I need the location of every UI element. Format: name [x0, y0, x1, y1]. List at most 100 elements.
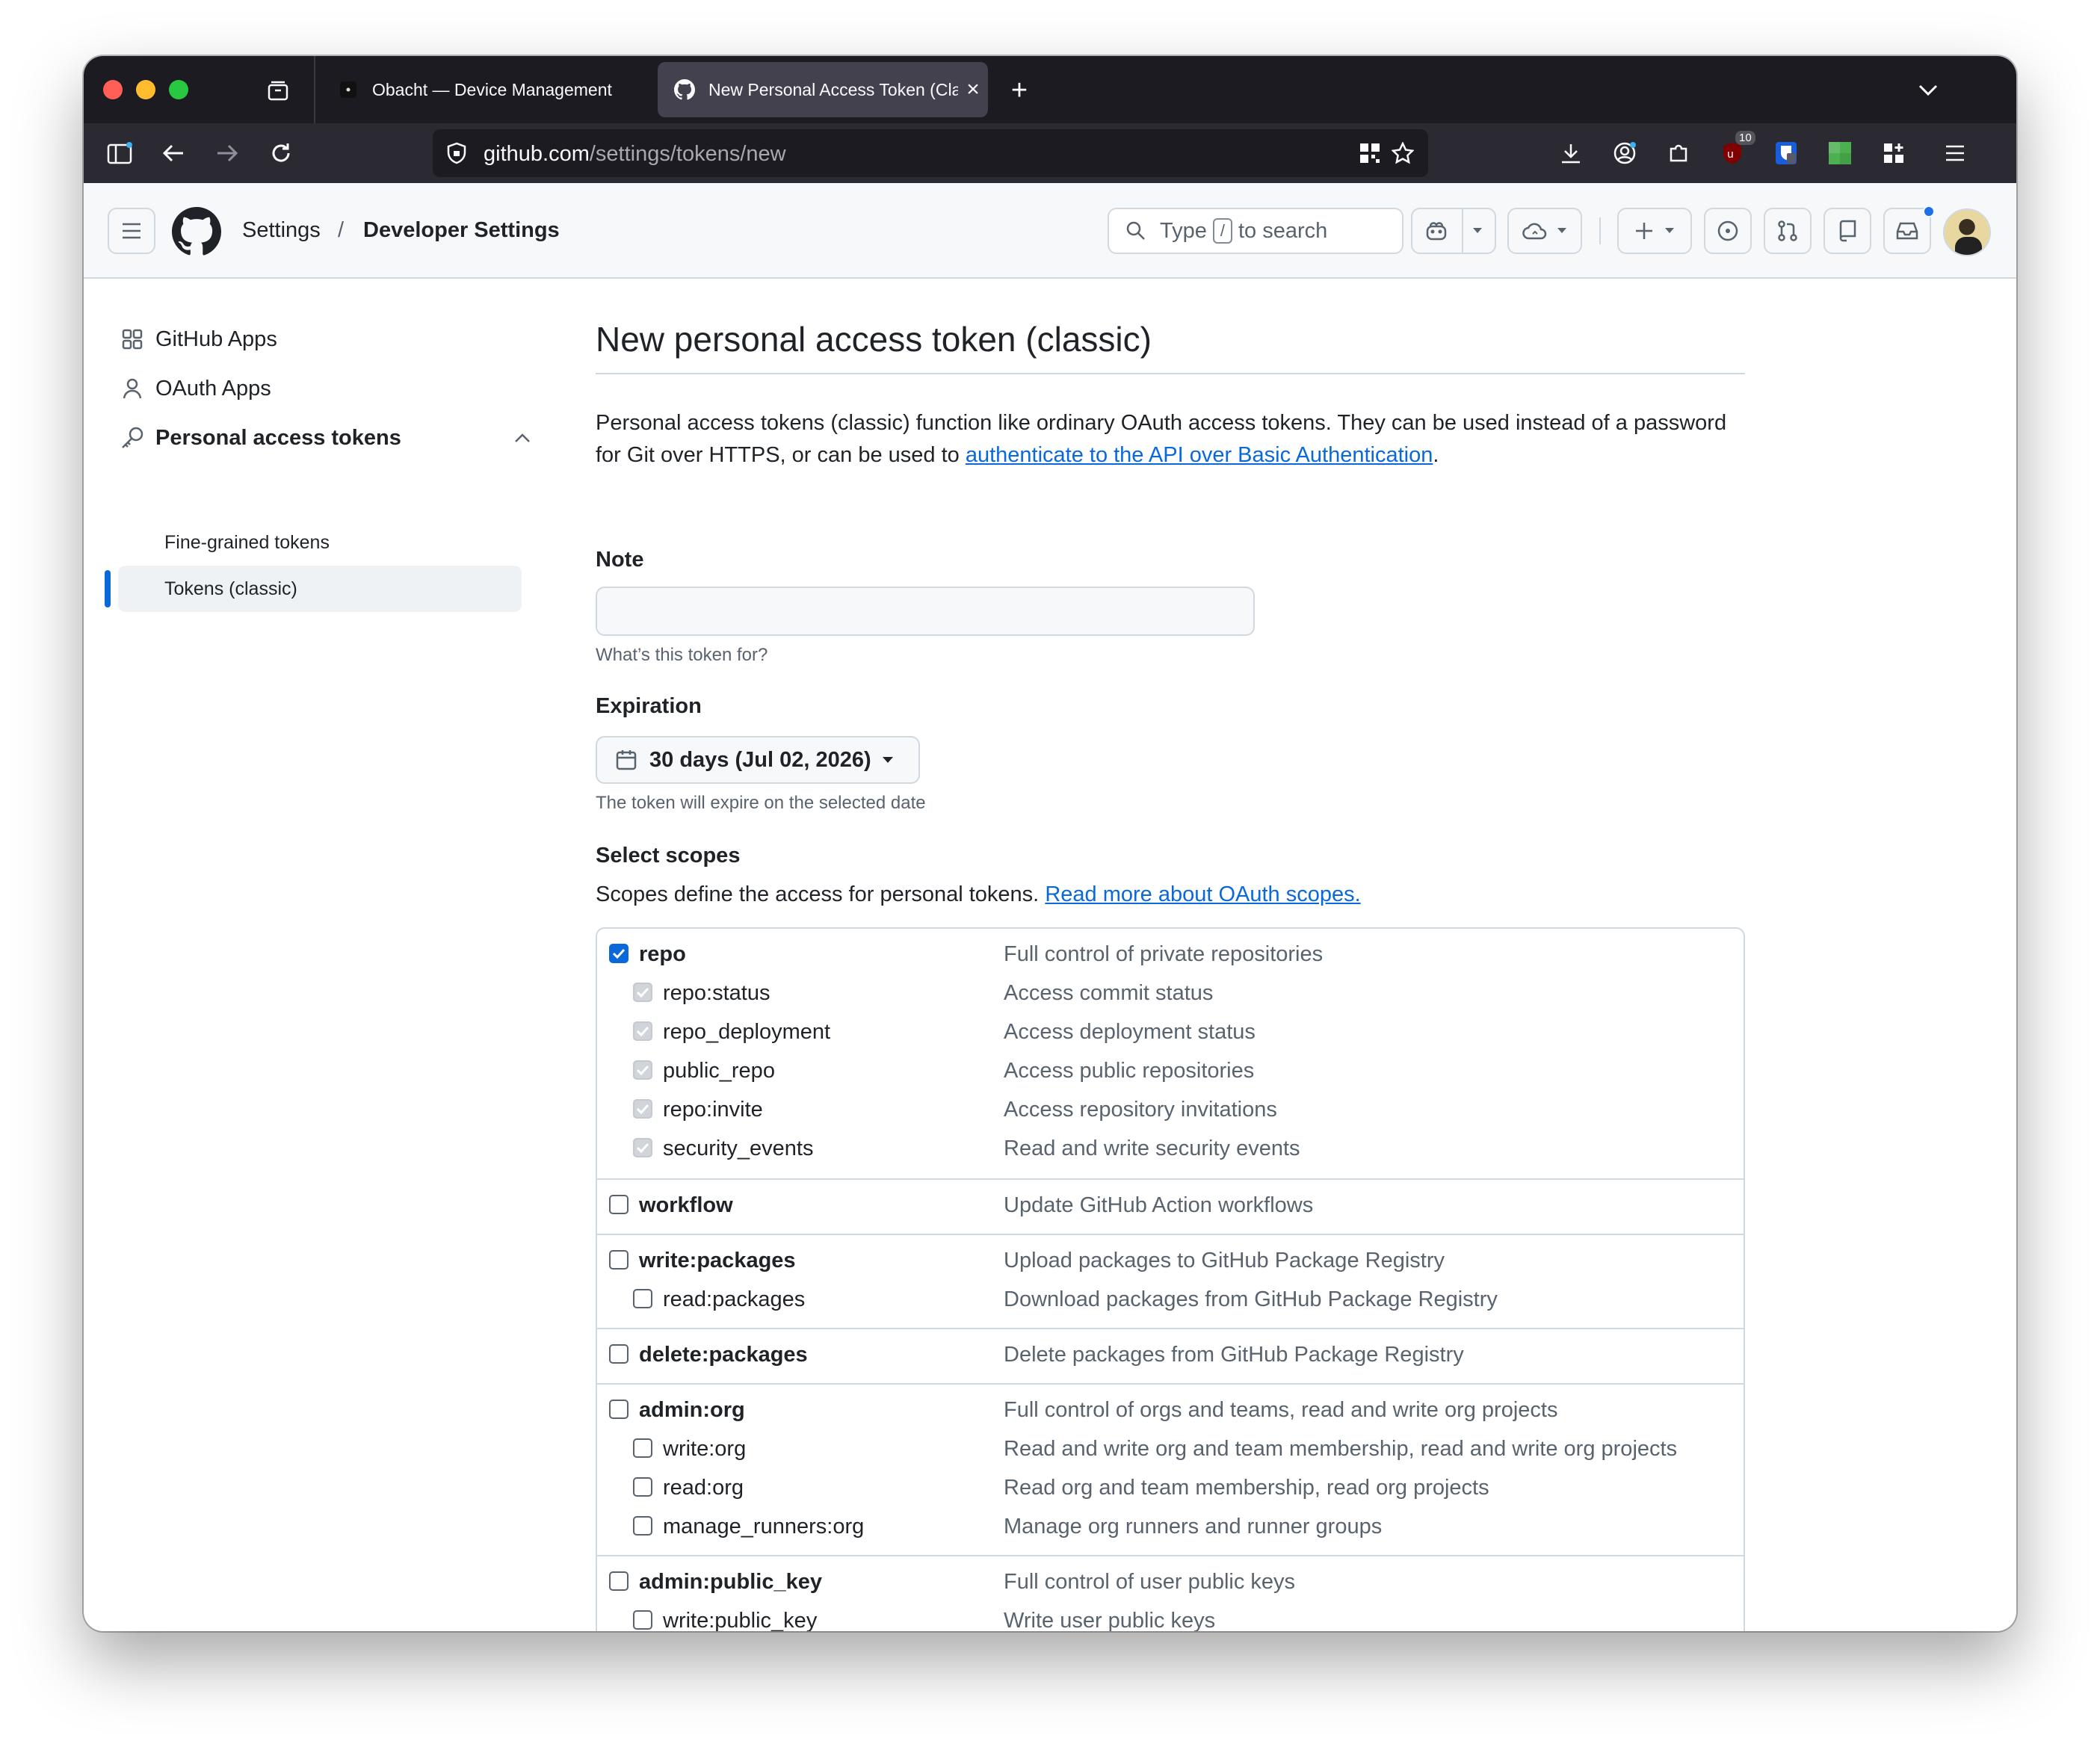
- chevron-down-icon: [1473, 228, 1482, 233]
- window-maximize-button[interactable]: [169, 80, 188, 99]
- scope-name[interactable]: workflow: [639, 1193, 733, 1218]
- back-arrow-icon[interactable]: [158, 138, 188, 168]
- basic-auth-link[interactable]: authenticate to the API over Basic Authe…: [966, 443, 1433, 467]
- sidebar-item-tokens-classic[interactable]: Tokens (classic): [118, 566, 522, 612]
- scope-checkbox[interactable]: [609, 1571, 629, 1591]
- repo-book-icon: [1839, 220, 1856, 242]
- breadcrumb-developer-settings[interactable]: Developer Settings: [363, 218, 560, 243]
- scope-name[interactable]: admin:org: [639, 1398, 745, 1423]
- scope-checkbox[interactable]: [633, 1516, 652, 1536]
- scope-row: repo:status Access commit status: [597, 974, 1744, 1012]
- expiration-select[interactable]: 30 days (Jul 02, 2026): [596, 736, 920, 784]
- scope-name[interactable]: write:packages: [639, 1249, 796, 1273]
- sidebar-item-oauth-apps[interactable]: OAuth Apps: [120, 367, 271, 410]
- scope-checkbox[interactable]: [633, 1060, 652, 1080]
- reload-icon[interactable]: [266, 138, 296, 168]
- scope-name[interactable]: admin:public_key: [639, 1570, 822, 1595]
- scope-description: Read and write org and team membership, …: [1004, 1437, 1678, 1461]
- scope-group: admin:public_key Full control of user pub…: [597, 1555, 1744, 1631]
- bitwarden-extension-icon[interactable]: [1771, 138, 1801, 168]
- scope-checkbox[interactable]: [633, 1138, 652, 1157]
- scope-name[interactable]: read:org: [663, 1476, 744, 1500]
- codespaces-button[interactable]: [1507, 208, 1582, 254]
- title-divider: [596, 373, 1745, 374]
- shield-lock-icon[interactable]: [443, 140, 470, 167]
- sidebar-item-fine-grained-tokens[interactable]: Fine-grained tokens: [118, 519, 522, 566]
- key-icon: [120, 425, 145, 451]
- tab-close-icon[interactable]: ×: [958, 77, 988, 102]
- scope-group: delete:packages Delete packages from GitH…: [597, 1328, 1744, 1383]
- scope-name[interactable]: write:org: [663, 1437, 746, 1462]
- sidebar-toggle-icon[interactable]: [105, 138, 135, 168]
- github-logo-icon[interactable]: [172, 207, 222, 256]
- scope-name[interactable]: repo:invite: [663, 1098, 763, 1122]
- scope-name[interactable]: public_repo: [663, 1059, 775, 1083]
- window-close-button[interactable]: [103, 80, 123, 99]
- global-nav-menu-button[interactable]: [108, 208, 155, 254]
- breadcrumb-settings[interactable]: Settings: [242, 218, 321, 243]
- scope-group: workflow Update GitHub Action workflows: [597, 1178, 1744, 1234]
- copilot-button[interactable]: [1411, 208, 1496, 254]
- scope-name[interactable]: repo:status: [663, 981, 770, 1006]
- header-divider: [1599, 217, 1601, 244]
- scope-checkbox[interactable]: [609, 1400, 629, 1419]
- scope-checkbox[interactable]: [633, 1021, 652, 1041]
- scope-checkbox[interactable]: [609, 1344, 629, 1364]
- tab-groups-icon[interactable]: [263, 75, 293, 105]
- scope-description: Update GitHub Action workflows: [1004, 1193, 1314, 1217]
- chevron-up-icon[interactable]: [514, 433, 531, 443]
- scope-checkbox[interactable]: [609, 944, 629, 963]
- tab-title: Obacht — Device Management: [372, 79, 612, 99]
- scope-name[interactable]: repo_deployment: [663, 1020, 830, 1045]
- scope-row: read:packages Download packages from GitH…: [597, 1280, 1744, 1319]
- expiration-hint: The token will expire on the selected da…: [596, 793, 926, 813]
- browser-window: Obacht — Device Management × New Persona…: [84, 56, 2016, 1631]
- scope-name[interactable]: repo: [639, 942, 686, 967]
- svg-text:u: u: [1727, 149, 1734, 161]
- scope-checkbox[interactable]: [633, 1289, 652, 1308]
- window-minimize-button[interactable]: [136, 80, 155, 99]
- scope-group: admin:org Full control of orgs and teams,…: [597, 1383, 1744, 1555]
- scope-name[interactable]: write:public_key: [663, 1609, 817, 1631]
- sidebar-item-personal-access-tokens[interactable]: Personal access tokens: [120, 416, 531, 460]
- create-new-button[interactable]: [1617, 208, 1692, 254]
- scope-row: admin:public_key Full control of user pub…: [597, 1562, 1744, 1601]
- scope-row: repo_deployment Access deployment status: [597, 1012, 1744, 1051]
- inbox-icon: [1896, 222, 1918, 240]
- scope-checkbox[interactable]: [633, 1610, 652, 1630]
- tab-list-chevron-icon[interactable]: [1913, 75, 1943, 105]
- scope-checkbox[interactable]: [633, 1477, 652, 1497]
- scope-row: write:packages Upload packages to GitHub …: [597, 1241, 1744, 1280]
- hamburger-menu-icon[interactable]: [1940, 138, 1970, 168]
- scope-checkbox[interactable]: [633, 1438, 652, 1458]
- pull-requests-button[interactable]: [1764, 208, 1812, 254]
- oauth-scopes-link[interactable]: Read more about OAuth scopes.: [1045, 882, 1360, 906]
- qr-code-icon[interactable]: [1356, 140, 1383, 167]
- search-input[interactable]: Type / to search: [1108, 208, 1403, 254]
- extensions-puzzle-icon[interactable]: [1664, 138, 1693, 168]
- url-text[interactable]: github.com/settings/tokens/new: [484, 142, 786, 167]
- green-extension-icon[interactable]: [1825, 138, 1855, 168]
- issues-button[interactable]: [1704, 208, 1752, 254]
- scope-row: write:org Read and write org and team mem…: [597, 1429, 1744, 1468]
- scope-checkbox[interactable]: [609, 1195, 629, 1214]
- tab-github-token[interactable]: New Personal Access Token (Cla ×: [658, 62, 988, 117]
- scope-checkbox[interactable]: [633, 983, 652, 1002]
- address-bar[interactable]: github.com/settings/tokens/new: [433, 129, 1428, 177]
- new-tab-plus-icon[interactable]: +: [1004, 75, 1034, 106]
- scope-checkbox[interactable]: [633, 1099, 652, 1119]
- account-icon[interactable]: [1610, 138, 1640, 168]
- user-avatar[interactable]: [1943, 208, 1991, 256]
- forward-arrow-icon[interactable]: [212, 138, 242, 168]
- scope-name[interactable]: security_events: [663, 1137, 814, 1161]
- repositories-button[interactable]: [1823, 208, 1871, 254]
- apps-extension-icon[interactable]: [1879, 138, 1909, 168]
- scope-name[interactable]: manage_runners:org: [663, 1515, 864, 1539]
- bookmark-star-icon[interactable]: [1389, 140, 1416, 167]
- sidebar-item-github-apps[interactable]: GitHub Apps: [120, 318, 277, 361]
- note-input[interactable]: [596, 587, 1255, 636]
- downloads-icon[interactable]: [1556, 138, 1586, 168]
- scope-checkbox[interactable]: [609, 1250, 629, 1270]
- scope-name[interactable]: read:packages: [663, 1287, 805, 1312]
- scope-name[interactable]: delete:packages: [639, 1343, 808, 1367]
